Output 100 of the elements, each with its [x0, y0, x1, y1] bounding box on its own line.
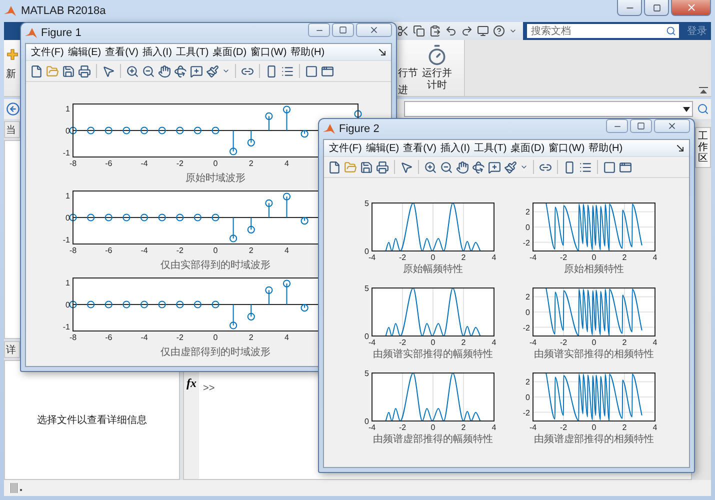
- caret-icon[interactable]: [222, 67, 230, 75]
- menu-item[interactable]: 工具(T): [474, 141, 507, 155]
- copy-icon[interactable]: [413, 25, 425, 37]
- legend-icon[interactable]: [281, 64, 294, 78]
- run-and-time-button[interactable]: 运行并计时: [418, 40, 456, 96]
- pan-hand-icon[interactable]: [158, 64, 171, 78]
- switch-windows-icon[interactable]: [477, 25, 489, 37]
- rotate-icon[interactable]: [174, 64, 187, 78]
- caret-icon[interactable]: [520, 163, 528, 171]
- close-icon: [686, 2, 696, 13]
- stem-marker: [230, 148, 238, 156]
- stem-marker: [300, 304, 308, 312]
- stem-marker: [230, 322, 238, 330]
- pointer-icon[interactable]: [400, 160, 413, 174]
- menu-item[interactable]: 窗口(W): [250, 45, 287, 59]
- square-icon[interactable]: [603, 160, 616, 174]
- stem-marker: [69, 126, 77, 134]
- menu-item[interactable]: 桌面(D): [212, 45, 247, 59]
- menu-item[interactable]: 文件(F): [329, 141, 362, 155]
- data-tip-icon[interactable]: [190, 64, 203, 78]
- search-icon[interactable]: [666, 26, 676, 36]
- search-icon[interactable]: [697, 103, 709, 115]
- menu-item[interactable]: 窗口(W): [548, 141, 585, 155]
- zoom-out-icon[interactable]: [142, 64, 155, 78]
- maximize-button[interactable]: [332, 23, 354, 37]
- dock-arrow-icon[interactable]: [677, 144, 684, 152]
- data-tip-icon[interactable]: [488, 160, 501, 174]
- axis-label: 由频谱实部推得的相频特性: [533, 348, 655, 361]
- legend-icon[interactable]: [579, 160, 592, 174]
- new-script-icon[interactable]: [6, 48, 19, 61]
- ribbon-label[interactable]: 行节: [398, 66, 418, 80]
- dock-arrow-icon[interactable]: [379, 48, 386, 56]
- menu-item[interactable]: 查看(V): [403, 141, 436, 155]
- menu-item[interactable]: 插入(I): [440, 141, 470, 155]
- menu-item[interactable]: 工具(T): [176, 45, 209, 59]
- tick-label: 0: [66, 126, 70, 136]
- stem-marker: [300, 130, 308, 138]
- paste-icon[interactable]: [429, 25, 441, 37]
- workspace-tab[interactable]: 工作区: [695, 127, 711, 168]
- search-field[interactable]: 搜索文档: [527, 24, 663, 38]
- close-button[interactable]: [356, 23, 392, 37]
- menu-item[interactable]: 查看(V): [105, 45, 138, 59]
- maximize-button[interactable]: [630, 119, 652, 133]
- collapse-icon[interactable]: [699, 87, 708, 94]
- sign-in-link[interactable]: 登录: [679, 24, 711, 38]
- pan-hand-icon[interactable]: [456, 160, 469, 174]
- path-field[interactable]: [404, 101, 693, 117]
- tick-label: -4: [368, 423, 376, 432]
- menu-item[interactable]: 帮助(H): [290, 45, 325, 59]
- brush-icon[interactable]: [206, 64, 219, 78]
- ribbon-label[interactable]: 新: [6, 67, 16, 81]
- new-file-icon[interactable]: [328, 160, 341, 174]
- maximize-button[interactable]: [644, 0, 669, 16]
- stem-line: [304, 130, 306, 134]
- panel-header[interactable]: 当: [4, 121, 20, 138]
- tick-label: 4: [492, 423, 496, 432]
- caret-icon[interactable]: [683, 106, 690, 112]
- tick-label: -2: [176, 333, 184, 342]
- caret-icon[interactable]: [509, 27, 517, 35]
- menu-item[interactable]: 编辑(E): [366, 141, 400, 155]
- colorbar-icon[interactable]: [563, 160, 576, 174]
- pointer-icon[interactable]: [102, 64, 115, 78]
- window-icon[interactable]: [619, 160, 632, 174]
- zoom-out-icon[interactable]: [440, 160, 453, 174]
- ribbon-label[interactable]: 进: [398, 83, 418, 97]
- redo-icon[interactable]: [461, 25, 473, 37]
- tick-label: -1: [62, 236, 70, 245]
- menu-item[interactable]: 文件(F): [31, 45, 64, 59]
- stem-marker: [194, 214, 202, 222]
- menu-item[interactable]: 插入(I): [142, 45, 172, 59]
- function-browser-button[interactable]: fx: [186, 376, 196, 390]
- save-icon[interactable]: [62, 64, 75, 78]
- undo-icon[interactable]: [445, 25, 457, 37]
- close-button[interactable]: [671, 0, 711, 16]
- colorbar-icon[interactable]: [265, 64, 278, 78]
- minimize-button[interactable]: [617, 0, 642, 16]
- print-icon[interactable]: [78, 64, 91, 78]
- close-button[interactable]: [654, 119, 690, 133]
- tick-label: -1: [62, 148, 70, 158]
- new-file-icon[interactable]: [30, 64, 43, 78]
- stem-line: [286, 196, 288, 218]
- square-icon[interactable]: [305, 64, 318, 78]
- stem-marker: [282, 192, 291, 200]
- panel-header[interactable]: 详: [4, 341, 20, 358]
- window-title: Figure 1: [41, 27, 82, 39]
- rotate-icon[interactable]: [472, 160, 485, 174]
- window-icon[interactable]: [321, 64, 334, 78]
- cut-icon[interactable]: [397, 25, 409, 37]
- menu-item[interactable]: 桌面(D): [510, 141, 545, 155]
- menu-item[interactable]: 编辑(E): [68, 45, 102, 59]
- stem-marker: [122, 300, 130, 308]
- print-icon[interactable]: [376, 160, 389, 174]
- menu-item[interactable]: 帮助(H): [588, 141, 623, 155]
- brush-icon[interactable]: [504, 160, 517, 174]
- save-icon[interactable]: [360, 160, 373, 174]
- zoom-in-icon[interactable]: [424, 160, 437, 174]
- zoom-in-icon[interactable]: [126, 64, 139, 78]
- tick-label: 4: [652, 253, 658, 262]
- stem-marker: [69, 214, 77, 222]
- help-icon[interactable]: [493, 25, 505, 37]
